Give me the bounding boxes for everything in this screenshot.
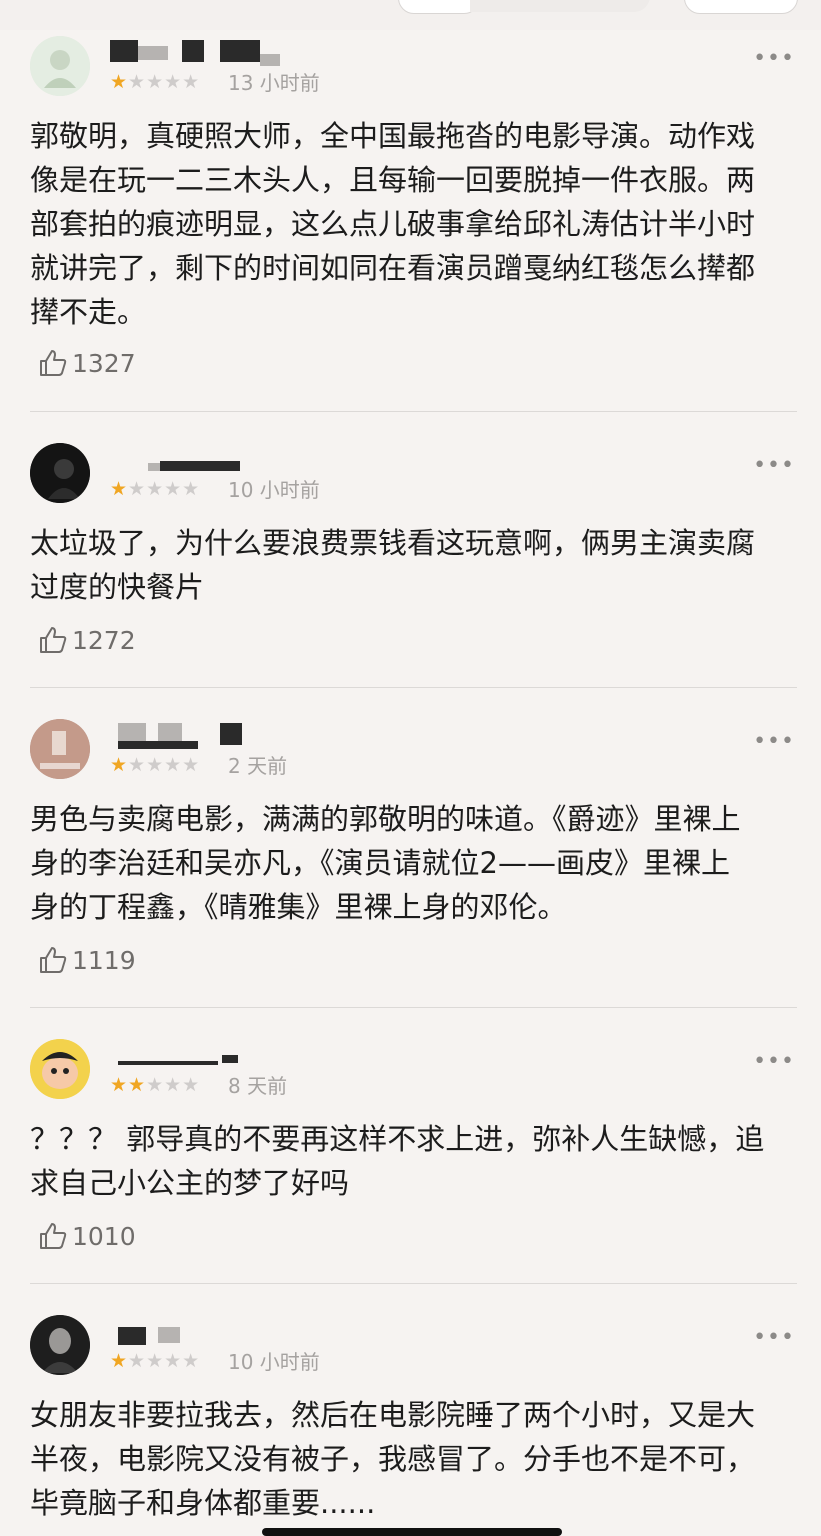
like-count: 1119	[72, 945, 136, 975]
like-count: 1010	[72, 1221, 136, 1251]
review-text: 太垃圾了，为什么要浪费票钱看这玩意啊，俩男主演卖腐 过度的快餐片	[30, 526, 756, 604]
thumbs-up-icon	[40, 947, 67, 973]
review-text: ？？？ 郭导真的不要再这样不求上进，弥补人生缺憾，追 求自己小公主的梦了好吗	[30, 1122, 765, 1200]
avatar-image	[30, 36, 90, 96]
review-time: 8 天前	[228, 1074, 288, 1098]
review-text: 女朋友非要拉我去，然后在电影院睡了两个小时，又是大 半夜，电影院又没有被子，我感…	[30, 1398, 756, 1520]
star-rating: ★★★★★	[110, 478, 201, 500]
like-count: 1272	[72, 625, 136, 655]
home-indicator	[262, 1528, 562, 1536]
more-dots-icon[interactable]: •••	[753, 48, 795, 70]
review-text: 郭敬明，真硬照大师，全中国最拖沓的电影导演。动作戏 像是在玩一二三木头人，且每输…	[30, 119, 756, 329]
avatar[interactable]	[30, 443, 90, 503]
top-tab-2[interactable]	[470, 0, 650, 12]
like-button[interactable]: 1327	[38, 346, 136, 380]
avatar[interactable]	[30, 1315, 90, 1375]
star-rating: ★★★★★	[110, 1074, 201, 1096]
review-text: 男色与卖腐电影，满满的郭敬明的味道。《爵迹》里裸上 身的李治廷和吴亦凡，《演员请…	[30, 802, 741, 924]
star-rating: ★★★★★	[110, 1350, 201, 1372]
more-dots-icon[interactable]: •••	[753, 731, 795, 753]
more-dots-icon[interactable]: •••	[753, 1051, 795, 1073]
top-tab-1[interactable]	[398, 0, 480, 14]
avatar[interactable]	[30, 719, 90, 779]
avatar-image	[30, 719, 90, 779]
thumbs-up-icon	[40, 627, 67, 653]
more-dots-icon[interactable]: •••	[753, 1327, 795, 1349]
divider	[30, 687, 797, 688]
divider	[30, 1283, 797, 1284]
like-button[interactable]: 1272	[38, 623, 136, 657]
top-tab-3[interactable]	[684, 0, 798, 14]
top-tab-bar	[0, 0, 821, 30]
avatar-image	[30, 443, 90, 503]
star-rating: ★★★★★	[110, 71, 201, 93]
like-count: 1327	[72, 348, 136, 378]
divider	[30, 411, 797, 412]
avatar[interactable]	[30, 1039, 90, 1099]
thumbs-up-icon	[40, 350, 67, 376]
avatar-image	[30, 1039, 90, 1099]
avatar[interactable]	[30, 36, 90, 96]
review-time: 2 天前	[228, 754, 288, 778]
review-time: 13 小时前	[228, 71, 320, 95]
review-time: 10 小时前	[228, 1350, 320, 1374]
divider	[30, 1007, 797, 1008]
more-dots-icon[interactable]: •••	[753, 455, 795, 477]
like-button[interactable]: 1119	[38, 943, 136, 977]
thumbs-up-icon	[40, 1223, 67, 1249]
avatar-image	[30, 1315, 90, 1375]
like-button[interactable]: 1010	[38, 1219, 136, 1253]
review-time: 10 小时前	[228, 478, 320, 502]
star-rating: ★★★★★	[110, 754, 201, 776]
